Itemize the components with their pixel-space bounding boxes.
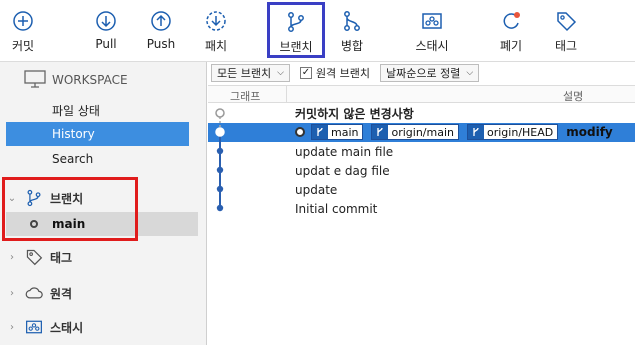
sidebar: WORKSPACE 파일 상태 History Search ⌄ 브랜치 mai… xyxy=(0,62,207,345)
branch-icon xyxy=(312,125,328,139)
branch-filter-dropdown[interactable]: 모든 브랜치 ⌵ xyxy=(211,64,290,82)
sort-value: 날짜순으로 정렬 xyxy=(386,67,461,80)
branch-tag-label: origin/main xyxy=(391,125,454,139)
branch-icon xyxy=(372,125,389,139)
sidebar-section-branches[interactable]: ⌄ 브랜치 xyxy=(6,185,200,211)
stash-icon xyxy=(24,317,44,337)
chevron-down-icon: ⌵ xyxy=(466,68,474,78)
chevron-right-icon: › xyxy=(10,287,14,299)
stash-button[interactable]: 스태시 xyxy=(410,0,454,62)
description-column-header[interactable]: 설명 xyxy=(563,88,583,104)
discard-label: 폐기 xyxy=(499,39,523,53)
commit-message: update xyxy=(295,182,338,197)
graph-node xyxy=(216,185,224,193)
patch-button[interactable]: 패치 xyxy=(198,0,234,62)
stashes-label: 스태시 xyxy=(50,320,84,335)
graph-node-uncommitted xyxy=(215,108,225,118)
stash-icon xyxy=(420,9,444,33)
history-filter-bar: 모든 브랜치 ⌵ ✓ 원격 브랜치 날짜순으로 정렬 ⌵ xyxy=(208,62,635,84)
remote-branches-label: 원격 브랜치 xyxy=(315,67,371,80)
commit-message: modify xyxy=(566,125,613,139)
pull-icon xyxy=(94,9,118,33)
discard-button[interactable]: 폐기 xyxy=(494,0,528,62)
branch-icon xyxy=(24,188,44,208)
sidebar-section-stashes[interactable]: › 스태시 xyxy=(6,314,200,340)
commit-graph xyxy=(215,108,225,212)
push-button[interactable]: Push xyxy=(142,0,180,62)
monitor-icon xyxy=(24,69,46,91)
current-branch-indicator xyxy=(30,220,38,228)
pull-label: Pull xyxy=(95,37,117,51)
commit-row-uncommitted[interactable]: 커밋하지 않은 변경사항 xyxy=(208,104,635,123)
graph-node xyxy=(216,166,224,174)
commit-message: update main file xyxy=(295,144,394,159)
branch-name: main xyxy=(52,217,86,231)
commit-message: 커밋하지 않은 변경사항 xyxy=(295,107,414,121)
tag-button[interactable]: 태그 xyxy=(550,0,582,62)
toolbar: 커밋 Pull Push 패치 브랜치 병합 스태시 폐기 태그 xyxy=(0,0,635,62)
chevron-right-icon: › xyxy=(10,321,14,333)
graph-node xyxy=(216,147,224,155)
workspace-label: WORKSPACE xyxy=(52,73,128,87)
pull-button[interactable]: Pull xyxy=(88,0,124,62)
cloud-icon xyxy=(24,283,44,303)
merge-button[interactable]: 병합 xyxy=(336,0,368,62)
commit-row[interactable]: Initial commit xyxy=(208,199,635,218)
commit-message: updat e dag file xyxy=(295,163,390,178)
commit-button[interactable]: 커밋 xyxy=(2,0,44,62)
sidebar-section-remotes[interactable]: › 원격 xyxy=(6,280,200,306)
stash-label: 스태시 xyxy=(415,39,449,53)
commit-message: Initial commit xyxy=(295,201,378,216)
workspace-header: WORKSPACE xyxy=(24,69,128,91)
column-divider[interactable] xyxy=(286,86,287,103)
branch-button[interactable]: 브랜치 xyxy=(267,2,325,58)
sidebar-item-file-status[interactable]: 파일 상태 xyxy=(6,98,189,122)
branch-icon xyxy=(468,125,484,139)
head-indicator xyxy=(295,127,305,137)
commit-row[interactable]: updat e dag file xyxy=(208,161,635,180)
sort-dropdown[interactable]: 날짜순으로 정렬 ⌵ xyxy=(380,64,480,82)
tag-label: 태그 xyxy=(554,39,578,53)
discard-icon xyxy=(499,9,523,33)
commit-icon xyxy=(11,9,35,33)
remote-branches-checkbox[interactable]: ✓ 원격 브랜치 xyxy=(299,65,371,81)
commit-list: 커밋하지 않은 변경사항 main origin/main origin/HEA… xyxy=(208,104,635,345)
commit-row[interactable]: update main file xyxy=(208,142,635,161)
graph-node-head xyxy=(215,127,225,137)
commit-row-head[interactable]: main origin/main origin/HEAD modify xyxy=(208,123,635,142)
branch-filter-value: 모든 브랜치 xyxy=(217,67,272,80)
chevron-right-icon: › xyxy=(10,251,14,263)
branch-tag-label: main xyxy=(331,125,359,139)
merge-label: 병합 xyxy=(340,39,364,53)
patch-icon xyxy=(204,9,228,33)
graph-column-header[interactable]: 그래프 xyxy=(230,88,260,104)
checkbox-check-icon: ✓ xyxy=(299,67,312,79)
patch-label: 패치 xyxy=(204,39,228,53)
push-label: Push xyxy=(146,37,176,51)
branch-icon xyxy=(284,10,308,34)
commit-label: 커밋 xyxy=(11,39,35,53)
remotes-label: 원격 xyxy=(50,286,73,301)
branch-tag-main[interactable]: main xyxy=(311,124,364,140)
history-column-headers: 그래프 설명 xyxy=(208,85,635,103)
sidebar-item-search[interactable]: Search xyxy=(6,147,189,171)
sidebar-item-history[interactable]: History xyxy=(6,122,189,146)
tag-icon xyxy=(24,247,44,267)
chevron-down-icon: ⌵ xyxy=(277,68,284,78)
tag-icon xyxy=(554,9,578,33)
sidebar-section-tags[interactable]: › 태그 xyxy=(6,244,200,270)
commit-refs: main origin/main origin/HEAD modify xyxy=(295,124,613,140)
branch-tag-label: origin/HEAD xyxy=(487,125,554,139)
tags-label: 태그 xyxy=(50,250,73,265)
branch-label: 브랜치 xyxy=(279,40,313,54)
branch-tag-origin-head[interactable]: origin/HEAD xyxy=(467,124,559,140)
branches-label: 브랜치 xyxy=(50,191,84,206)
commit-row[interactable]: update xyxy=(208,180,635,199)
graph-node xyxy=(216,204,224,212)
branch-tag-origin-main[interactable]: origin/main xyxy=(371,124,459,140)
push-icon xyxy=(149,9,173,33)
sidebar-branch-main[interactable]: main xyxy=(6,212,198,236)
merge-icon xyxy=(340,9,364,33)
chevron-down-icon: ⌄ xyxy=(7,192,17,204)
